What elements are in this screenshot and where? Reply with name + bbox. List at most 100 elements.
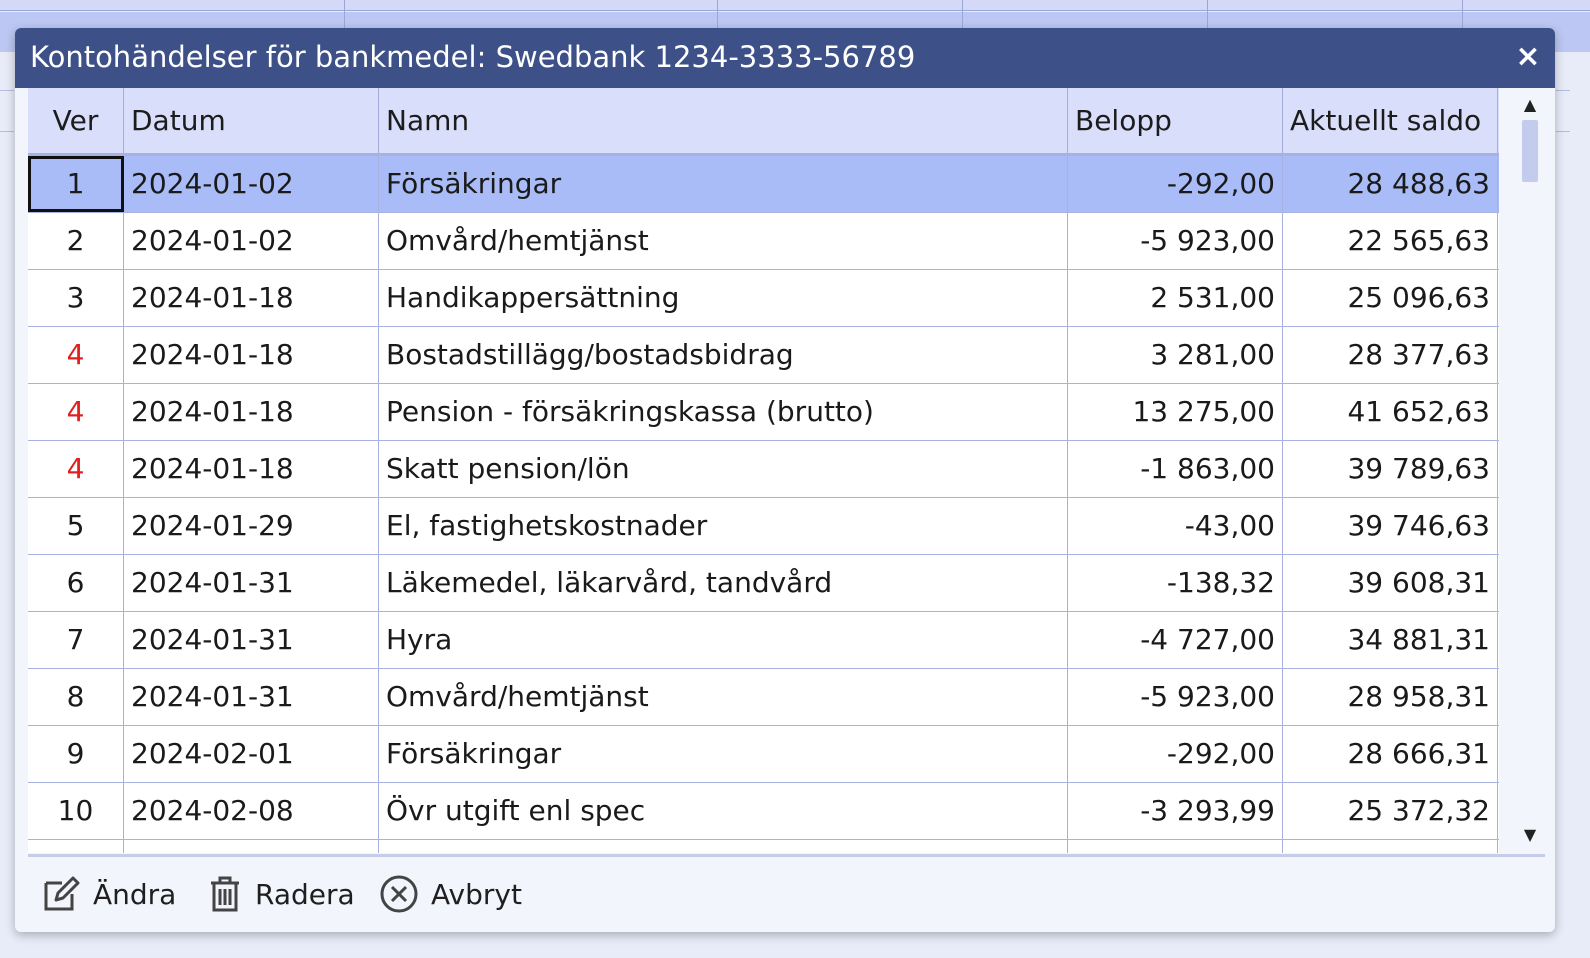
- cell-ver[interactable]: 6: [28, 555, 124, 611]
- table-row[interactable]: 7 2024-01-31 Hyra -4 727,00 34 881,31: [28, 612, 1499, 669]
- cell-saldo[interactable]: 25 096,63: [1283, 270, 1498, 326]
- cell-belopp[interactable]: [1068, 840, 1283, 853]
- cell-saldo[interactable]: 39 789,63: [1283, 441, 1498, 497]
- table-row[interactable]: 10 2024-02-08 Övr utgift enl spec -3 293…: [28, 783, 1499, 840]
- cell-belopp[interactable]: -292,00: [1068, 726, 1283, 782]
- dialog-titlebar: Kontohändelser för bankmedel: Swedbank 1…: [15, 28, 1555, 88]
- cell-saldo[interactable]: 39 608,31: [1283, 555, 1498, 611]
- cell-namn[interactable]: [379, 840, 1068, 853]
- cell-saldo[interactable]: 28 666,31: [1283, 726, 1498, 782]
- cell-ver[interactable]: 9: [28, 726, 124, 782]
- trash-icon: [207, 874, 243, 914]
- cell-ver[interactable]: 4: [28, 327, 124, 383]
- cell-saldo[interactable]: [1283, 840, 1498, 853]
- column-header-ver[interactable]: Ver: [28, 88, 124, 153]
- background-side-cell: [0, 90, 14, 132]
- close-button[interactable]: ×: [1511, 40, 1545, 74]
- cell-belopp[interactable]: -4 727,00: [1068, 612, 1283, 668]
- table-row[interactable]: 2 2024-01-02 Omvård/hemtjänst -5 923,00 …: [28, 213, 1499, 270]
- cancel-button[interactable]: Avbryt: [379, 866, 522, 922]
- cell-ver[interactable]: 7: [28, 612, 124, 668]
- cell-saldo[interactable]: 34 881,31: [1283, 612, 1498, 668]
- cell-namn[interactable]: El, fastighetskostnader: [379, 498, 1068, 554]
- cell-datum[interactable]: 2024-01-02: [124, 156, 379, 212]
- cell-saldo[interactable]: 28 377,63: [1283, 327, 1498, 383]
- cell-ver[interactable]: 1: [28, 156, 124, 212]
- cell-namn[interactable]: Bostadstillägg/bostadsbidrag: [379, 327, 1068, 383]
- table-row[interactable]: 5 2024-01-29 El, fastighetskostnader -43…: [28, 498, 1499, 555]
- transactions-table: Ver Datum Namn Belopp Aktuellt saldo 1 2…: [28, 88, 1499, 853]
- cell-belopp[interactable]: 13 275,00: [1068, 384, 1283, 440]
- cell-ver[interactable]: 5: [28, 498, 124, 554]
- table-row[interactable]: 4 2024-01-18 Bostadstillägg/bostadsbidra…: [28, 327, 1499, 384]
- cell-datum[interactable]: 2024-01-31: [124, 612, 379, 668]
- cell-belopp[interactable]: -3 293,99: [1068, 783, 1283, 839]
- cell-belopp[interactable]: -5 923,00: [1068, 213, 1283, 269]
- cell-saldo[interactable]: 41 652,63: [1283, 384, 1498, 440]
- cell-namn[interactable]: Skatt pension/lön: [379, 441, 1068, 497]
- edit-button[interactable]: Ändra: [41, 866, 176, 922]
- cell-ver[interactable]: 2: [28, 213, 124, 269]
- cell-ver[interactable]: 4: [28, 441, 124, 497]
- cell-datum[interactable]: 2024-02-01: [124, 726, 379, 782]
- dialog-toolbar: Ändra Radera Avbryt: [37, 866, 837, 922]
- table-row[interactable]: 4 2024-01-18 Pension - försäkringskassa …: [28, 384, 1499, 441]
- cell-ver[interactable]: 3: [28, 270, 124, 326]
- scroll-up-arrow-icon[interactable]: ▲: [1521, 96, 1539, 114]
- cell-namn[interactable]: Hyra: [379, 612, 1068, 668]
- scroll-down-arrow-icon[interactable]: ▼: [1521, 826, 1539, 844]
- cell-belopp[interactable]: -1 863,00: [1068, 441, 1283, 497]
- cell-belopp[interactable]: 3 281,00: [1068, 327, 1283, 383]
- table-row[interactable]: 6 2024-01-31 Läkemedel, läkarvård, tandv…: [28, 555, 1499, 612]
- cell-saldo[interactable]: 39 746,63: [1283, 498, 1498, 554]
- table-header: Ver Datum Namn Belopp Aktuellt saldo: [28, 88, 1499, 156]
- cell-belopp[interactable]: -43,00: [1068, 498, 1283, 554]
- cell-belopp[interactable]: -292,00: [1068, 156, 1283, 212]
- cell-namn[interactable]: Försäkringar: [379, 726, 1068, 782]
- cell-saldo[interactable]: 28 958,31: [1283, 669, 1498, 725]
- delete-button[interactable]: Radera: [207, 866, 355, 922]
- column-header-datum[interactable]: Datum: [124, 88, 379, 153]
- cell-saldo[interactable]: 28 488,63: [1283, 156, 1498, 212]
- cell-datum[interactable]: 2024-01-31: [124, 555, 379, 611]
- cell-datum[interactable]: 2024-01-18: [124, 270, 379, 326]
- close-icon: ×: [1515, 39, 1541, 74]
- cell-datum[interactable]: [124, 840, 379, 853]
- cell-datum[interactable]: 2024-01-18: [124, 384, 379, 440]
- cell-datum[interactable]: 2024-02-08: [124, 783, 379, 839]
- table-row[interactable]: 9 2024-02-01 Försäkringar -292,00 28 666…: [28, 726, 1499, 783]
- cell-namn[interactable]: Omvård/hemtjänst: [379, 213, 1068, 269]
- table-row[interactable]: 8 2024-01-31 Omvård/hemtjänst -5 923,00 …: [28, 669, 1499, 726]
- vertical-scrollbar[interactable]: ▲ ▼: [1515, 88, 1545, 853]
- table-row-partial[interactable]: [28, 840, 1499, 853]
- table-row[interactable]: 3 2024-01-18 Handikappersättning 2 531,0…: [28, 270, 1499, 327]
- cell-ver[interactable]: 4: [28, 384, 124, 440]
- edit-icon: [41, 874, 81, 914]
- cell-datum[interactable]: 2024-01-18: [124, 327, 379, 383]
- cell-datum[interactable]: 2024-01-18: [124, 441, 379, 497]
- cell-namn[interactable]: Omvård/hemtjänst: [379, 669, 1068, 725]
- cell-namn[interactable]: Läkemedel, läkarvård, tandvård: [379, 555, 1068, 611]
- column-header-aktuellt-saldo[interactable]: Aktuellt saldo: [1283, 88, 1498, 153]
- cell-datum[interactable]: 2024-01-31: [124, 669, 379, 725]
- column-header-namn[interactable]: Namn: [379, 88, 1068, 153]
- cell-saldo[interactable]: 22 565,63: [1283, 213, 1498, 269]
- cell-belopp[interactable]: 2 531,00: [1068, 270, 1283, 326]
- cell-datum[interactable]: 2024-01-02: [124, 213, 379, 269]
- cell-namn[interactable]: Handikappersättning: [379, 270, 1068, 326]
- cell-ver[interactable]: [28, 840, 124, 853]
- cell-ver[interactable]: 10: [28, 783, 124, 839]
- table-row[interactable]: 4 2024-01-18 Skatt pension/lön -1 863,00…: [28, 441, 1499, 498]
- cell-namn[interactable]: Övr utgift enl spec: [379, 783, 1068, 839]
- column-header-belopp[interactable]: Belopp: [1068, 88, 1283, 153]
- cell-namn[interactable]: Försäkringar: [379, 156, 1068, 212]
- cell-namn[interactable]: Pension - försäkringskassa (brutto): [379, 384, 1068, 440]
- cell-belopp[interactable]: -5 923,00: [1068, 669, 1283, 725]
- scrollbar-thumb[interactable]: [1522, 120, 1538, 182]
- cell-datum[interactable]: 2024-01-29: [124, 498, 379, 554]
- cell-saldo[interactable]: 25 372,32: [1283, 783, 1498, 839]
- cell-ver[interactable]: 8: [28, 669, 124, 725]
- cell-belopp[interactable]: -138,32: [1068, 555, 1283, 611]
- table-row[interactable]: 1 2024-01-02 Försäkringar -292,00 28 488…: [28, 156, 1499, 213]
- background-row: [0, 0, 1590, 11]
